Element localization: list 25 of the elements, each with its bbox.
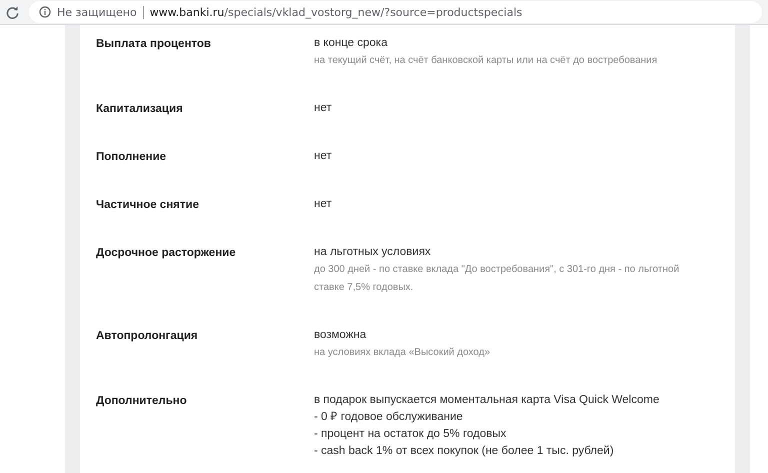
detail-value: - 0 ₽ годовое обслуживание [314, 410, 464, 425]
detail-note: на условиях вклада «Высокий доход» [314, 346, 492, 360]
detail-value: нет [314, 149, 333, 164]
detail-value: - процент на остаток до 5% годовых [314, 427, 508, 442]
detail-label: Досрочное расторжение [96, 246, 237, 261]
security-label: Не защищено [57, 6, 137, 18]
reload-icon[interactable] [6, 6, 19, 18]
url-text[interactable]: www.banki.ru/specials/vklad_vostorg_new/?source=productspecials [150, 6, 522, 18]
detail-label: Капитализация [96, 102, 184, 117]
info-icon[interactable] [39, 6, 51, 18]
detail-value: - cash back 1% от всех покупок (не более 1 тыс. рублей) [314, 444, 615, 459]
detail-label: Дополнительно [96, 394, 188, 409]
detail-label: Пополнение [96, 150, 168, 165]
detail-value: нет [314, 197, 333, 212]
address-bar[interactable]: Не защищено www.banki.ru/specials/vklad_vostorg_new/?source=productspecials [29, 1, 762, 23]
detail-value: в подарок выпускается моментальная карта Visa Quick Welcome [314, 393, 660, 408]
detail-value: в конце срока [314, 36, 388, 51]
detail-value: нет [314, 101, 333, 116]
detail-value: возможна [314, 328, 368, 343]
detail-label: Автопролонгация [96, 329, 199, 344]
detail-note: до 300 дней - по ставке вклада "До востребования", с 301-го дня - по льготной ставке 7,5% годовых. [314, 263, 680, 295]
detail-note: на текущий счёт, на счёт банковской карты или на счёт до востребования [314, 54, 658, 68]
detail-label: Выплата процентов [96, 37, 212, 52]
detail-value: на льготных условиях [314, 245, 432, 260]
detail-label: Частичное снятие [96, 198, 200, 213]
